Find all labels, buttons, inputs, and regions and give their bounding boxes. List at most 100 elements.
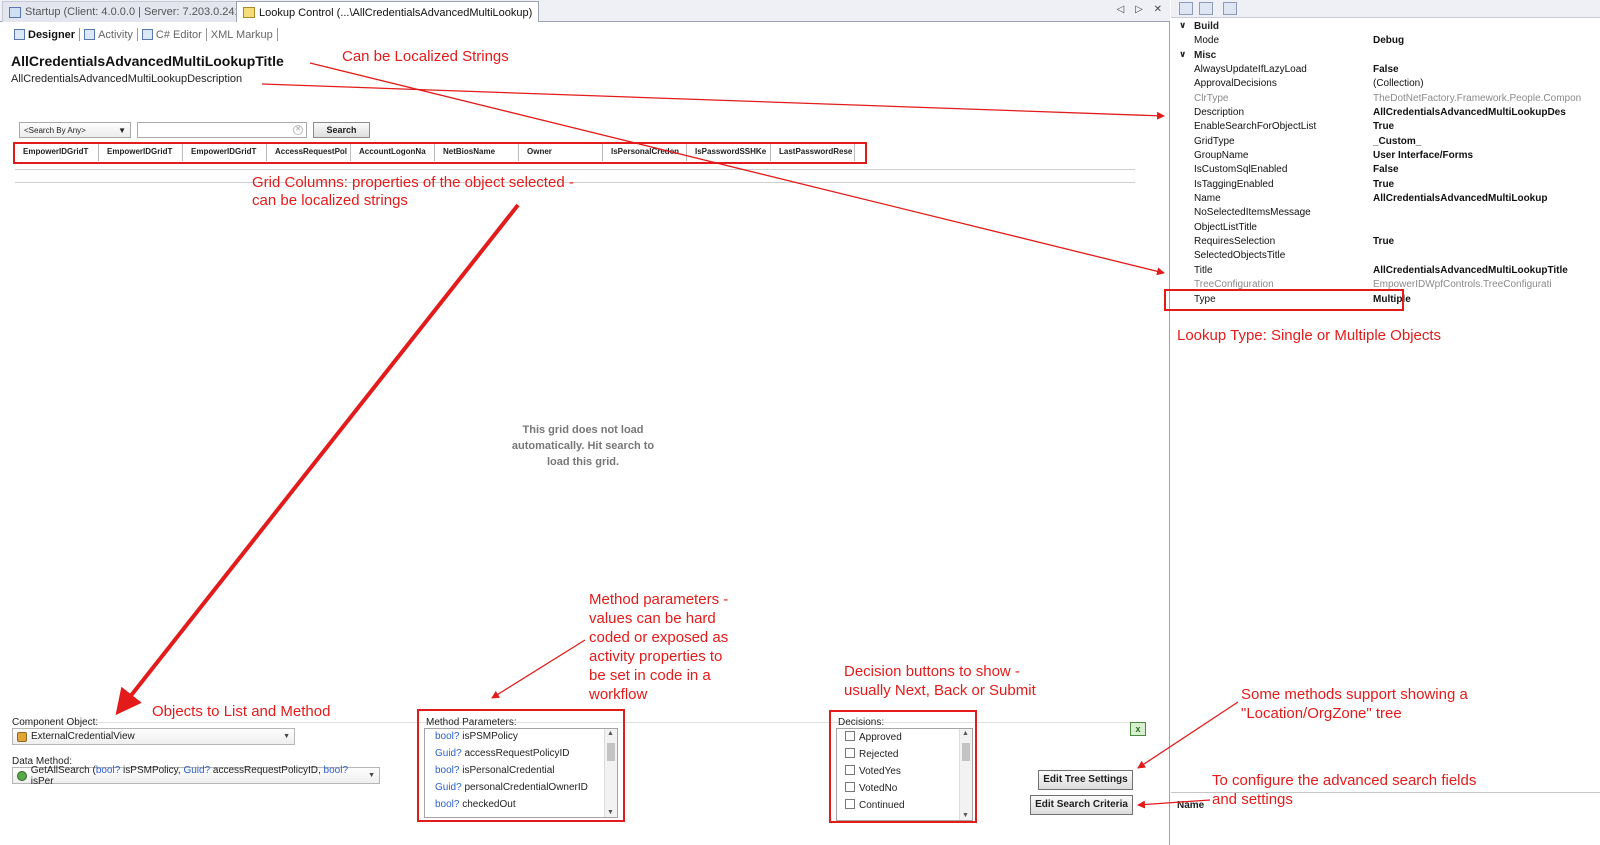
tab-designer[interactable]: Designer <box>10 28 81 41</box>
edit-tree-settings-button[interactable]: Edit Tree Settings <box>1038 770 1133 790</box>
property-name: RequiresSelection <box>1194 236 1276 247</box>
property-row[interactable]: RequiresSelection True <box>1171 235 1600 249</box>
tab-activity-label: Activity <box>98 28 133 41</box>
property-name: IsCustomSqlEnabled <box>1194 164 1288 175</box>
property-row[interactable]: Description AllCredentialsAdvancedMultiLo… <box>1171 106 1600 120</box>
property-name: Title <box>1194 265 1213 276</box>
tab-xml-markup[interactable]: XML Markup <box>207 28 278 41</box>
annotation-grid-columns: Grid Columns: properties of the object s… <box>252 174 574 191</box>
clear-icon[interactable]: ✕ <box>293 125 303 135</box>
annotation-line: be set in code in a <box>589 667 711 684</box>
component-object-label: Component Object: <box>12 717 99 728</box>
annotation-tree-methods: Some methods support showing a "Location… <box>1241 685 1468 723</box>
data-method-dropdown[interactable]: GetAllSearch (bool? isPSMPolicy, Guid? a… <box>12 765 380 787</box>
tab-activity[interactable]: Activity <box>80 28 138 41</box>
data-method-value: GetAllSearch (bool? isPSMPolicy, Guid? a… <box>31 765 364 787</box>
property-value[interactable]: AllCredentialsAdvancedMultiLookupTitle <box>1373 265 1568 276</box>
designer-icon <box>14 29 25 40</box>
property-name: AlwaysUpdateIfLazyLoad <box>1194 64 1307 75</box>
annotation-line: usually Next, Back or Submit <box>844 682 1036 699</box>
edit-search-criteria-button[interactable]: Edit Search Criteria <box>1030 795 1133 815</box>
search-by-value: <Search By Any> <box>24 125 86 135</box>
properties-toolbar <box>1171 0 1600 18</box>
property-row[interactable]: GridType _Custom_ <box>1171 135 1600 149</box>
category-build[interactable]: ∨ Build <box>1171 20 1600 34</box>
component-object-dropdown[interactable]: ExternalCredentialView ▼ <box>12 728 295 745</box>
designer-subtabs: Designer Activity C# Editor XML Markup <box>10 28 278 41</box>
property-row[interactable]: SelectedObjectsTitle <box>1171 249 1600 263</box>
categorized-icon[interactable] <box>1179 2 1193 15</box>
grid-columns-highlight <box>13 142 867 164</box>
search-button[interactable]: Search <box>313 122 370 138</box>
tab-lookup-control[interactable]: Lookup Control (...\AllCredentialsAdvanc… <box>236 1 540 23</box>
property-row[interactable]: ObjectListTitle <box>1171 221 1600 235</box>
property-row[interactable]: EnableSearchForObjectList True <box>1171 120 1600 134</box>
code-icon <box>141 29 153 40</box>
tab-xml-label: XML Markup <box>210 28 273 41</box>
annotation-decision-buttons: Decision buttons to show - usually Next,… <box>844 662 1036 700</box>
method-parameters-highlight <box>417 709 625 822</box>
property-row[interactable]: NoSelectedItemsMessage <box>1171 206 1600 220</box>
property-row-mode[interactable]: Mode Debug <box>1171 34 1600 48</box>
chevron-down-icon[interactable]: ∨ <box>1179 20 1186 31</box>
property-value[interactable]: _Custom_ <box>1373 136 1421 147</box>
property-row[interactable]: IsTaggingEnabled True <box>1171 178 1600 192</box>
category-misc[interactable]: ∨ Misc <box>1171 49 1600 63</box>
grid-empty-line: This grid does not load <box>522 424 644 436</box>
property-row[interactable]: GroupName User Interface/Forms <box>1171 149 1600 163</box>
property-name: Name <box>1194 193 1221 204</box>
property-value[interactable]: AllCredentialsAdvancedMultiLookupDes <box>1373 107 1566 118</box>
tab-startup-label: Startup (Client: 4.0.0.0 | Server: 7.203… <box>25 6 257 18</box>
tab-csharp-editor[interactable]: C# Editor <box>138 28 207 41</box>
chevron-down-icon: ▼ <box>283 733 290 740</box>
lookup-description: AllCredentialsAdvancedMultiLookupDescrip… <box>11 73 243 85</box>
category-label: Build <box>1194 21 1219 32</box>
annotation-grid-columns: can be localized strings <box>252 192 408 209</box>
property-value[interactable]: True <box>1373 121 1394 132</box>
annotation-line: and settings <box>1212 791 1293 808</box>
property-row[interactable]: Title AllCredentialsAdvancedMultiLookupTi… <box>1171 264 1600 278</box>
export-excel-icon[interactable]: x <box>1130 722 1146 736</box>
property-row[interactable]: ClrType TheDotNetFactory.Framework.People… <box>1171 92 1600 106</box>
property-name: SelectedObjectsTitle <box>1194 250 1286 261</box>
property-row[interactable]: IsCustomSqlEnabled False <box>1171 163 1600 177</box>
property-value[interactable]: AllCredentialsAdvancedMultiLookup <box>1373 193 1547 204</box>
search-bar: <Search By Any> ▼ ✕ Search <box>19 122 370 138</box>
lookup-control-icon <box>243 7 255 18</box>
property-name: GridType <box>1194 136 1235 147</box>
grid-empty-message: This grid does not load automatically. H… <box>492 422 674 470</box>
chevron-down-icon[interactable]: ∨ <box>1179 49 1186 60</box>
property-value[interactable]: TheDotNetFactory.Framework.People.Compon <box>1373 93 1581 104</box>
window-icon <box>9 6 21 18</box>
tab-startup[interactable]: Startup (Client: 4.0.0.0 | Server: 7.203… <box>2 1 264 22</box>
property-row[interactable]: Name AllCredentialsAdvancedMultiLookup <box>1171 192 1600 206</box>
method-text: isPer <box>30 775 54 787</box>
method-keyword: Guid? <box>183 764 211 776</box>
chevron-down-icon: ▼ <box>118 125 126 135</box>
property-value[interactable]: User Interface/Forms <box>1373 150 1473 161</box>
annotation-line: values can be hard <box>589 610 716 627</box>
property-name: Description <box>1194 107 1245 118</box>
tab-scroll-close-controls[interactable]: ◁ ▷ ✕ <box>1117 4 1166 15</box>
sort-alphabetical-icon[interactable] <box>1199 2 1213 15</box>
search-input[interactable]: ✕ <box>137 122 307 138</box>
search-by-dropdown[interactable]: <Search By Any> ▼ <box>19 122 131 138</box>
property-value[interactable]: True <box>1373 236 1394 247</box>
lookup-title: AllCredentialsAdvancedMultiLookupTitle <box>11 53 284 69</box>
property-row[interactable]: AlwaysUpdateIfLazyLoad False <box>1171 63 1600 77</box>
annotation-objects-to-list: Objects to List and Method <box>152 703 331 720</box>
method-text: isPSMPolicy, <box>120 764 184 776</box>
property-value[interactable]: True <box>1373 179 1394 190</box>
annotation-localized: Can be Localized Strings <box>342 48 509 65</box>
property-name: Mode <box>1194 35 1220 46</box>
property-value[interactable]: False <box>1373 164 1399 175</box>
property-value[interactable]: False <box>1373 64 1399 75</box>
property-name: ApprovalDecisions <box>1194 78 1277 89</box>
tab-lookup-control-label: Lookup Control (...\AllCredentialsAdvanc… <box>259 6 533 19</box>
property-pages-icon[interactable] <box>1223 2 1237 15</box>
property-row[interactable]: ApprovalDecisions (Collection) <box>1171 77 1600 91</box>
component-object-icon <box>17 731 27 742</box>
property-value[interactable]: (Collection) <box>1373 78 1424 89</box>
activity-icon <box>84 29 96 40</box>
property-value[interactable]: Debug <box>1373 35 1404 46</box>
